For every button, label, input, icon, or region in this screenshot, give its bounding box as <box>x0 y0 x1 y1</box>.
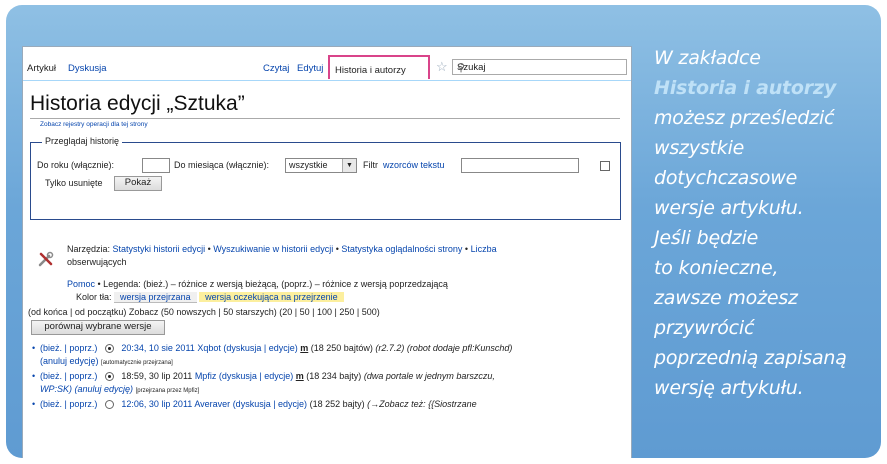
month-label: Do miesiąca (włącznie): <box>174 160 270 170</box>
caption-line: W zakładce <box>654 47 761 69</box>
chevron-down-icon: ▼ <box>342 159 356 172</box>
page-title: Historia edycji „Sztuka” <box>30 92 245 115</box>
star-icon[interactable]: ☆ <box>436 59 448 75</box>
list-item: (bież. | poprz.) 20:34, 10 sie 2011 Xqbo… <box>40 343 513 354</box>
tools-label: Narzędzia: <box>67 244 111 254</box>
revision-date[interactable]: 12:06, 30 lip 2011 <box>121 399 192 409</box>
help-link[interactable]: Pomoc <box>67 279 95 289</box>
bg-legend-line: Kolor tła: wersja przejrzana wersja ocze… <box>76 292 344 303</box>
user-links[interactable]: (dyskusja | edycje) <box>219 371 293 381</box>
list-bullet: • <box>32 399 36 409</box>
year-input[interactable] <box>142 158 170 173</box>
tools-link-stats[interactable]: Statystyki historii edycji <box>113 244 206 254</box>
compare-radio[interactable] <box>104 344 114 354</box>
list-bullet: • <box>32 343 36 353</box>
list-item-cont: (anuluj edycję) [automatycznie przejrzan… <box>40 356 173 366</box>
tools-link-search[interactable]: Wyszukiwanie w historii edycji <box>213 244 333 254</box>
user-links[interactable]: (dyskusja | edycje) <box>233 399 307 409</box>
bg-label: Kolor tła: <box>76 292 112 302</box>
revision-tag: [automatycznie przejrzana] <box>101 360 173 366</box>
diff-links[interactable]: (bież. | poprz.) <box>40 343 97 353</box>
caption-line: możesz prześledzić <box>654 107 835 129</box>
revision-comment: (→Zobacz też: {{Siostrzane <box>367 399 477 409</box>
search-input[interactable]: Szukaj ⚲ <box>452 59 627 75</box>
compare-radio[interactable] <box>104 400 114 410</box>
revision-size: (18 252 bajty) <box>309 399 365 409</box>
filter-legend: Przeglądaj historię <box>42 136 123 146</box>
revision-date[interactable]: 20:34, 10 sie 2011 <box>121 343 194 353</box>
wikipedia-screenshot: Artykuł Dyskusja Czytaj Edytuj Historia … <box>22 46 632 458</box>
compare-button[interactable]: porównaj wybrane wersje <box>31 320 165 335</box>
tab-bar: Artykuł Dyskusja Czytaj Edytuj Historia … <box>23 47 631 81</box>
tools-link-views[interactable]: Statystyka oglądalności strony <box>341 244 462 254</box>
tab-history-label: Historia i autorzy <box>335 65 406 76</box>
caption-line: wersje artykułu. <box>654 197 804 219</box>
divider <box>30 118 620 119</box>
reviewed-badge[interactable]: wersja przejrzana <box>114 292 197 303</box>
compare-radio[interactable] <box>104 372 114 382</box>
revision-comment: (dwa portale w jednym barszczu, <box>363 371 495 381</box>
tab-article[interactable]: Artykuł <box>27 63 56 74</box>
list-item: (bież. | poprz.) 12:06, 30 lip 2011 Aver… <box>40 399 477 410</box>
caption-line: Jeśli będzie <box>654 227 759 249</box>
show-button[interactable]: Pokaż <box>114 176 162 191</box>
search-icon[interactable]: ⚲ <box>457 61 621 74</box>
diff-links[interactable]: (bież. | poprz.) <box>40 371 97 381</box>
info-panel: Artykuł Dyskusja Czytaj Edytuj Historia … <box>6 5 881 458</box>
tools-line: Narzędzia: Statystyki historii edycji • … <box>67 244 497 254</box>
filter-patterns-link[interactable]: wzorców tekstu <box>383 160 445 170</box>
revision-tag: [przejrzana przez Mpfiz] <box>135 388 200 394</box>
caption-highlight: Historia i autorzy <box>654 77 837 99</box>
revision-size: (18 234 bajty) <box>306 371 362 381</box>
compare-button-label: porównaj wybrane wersje <box>44 321 152 332</box>
tools-icon <box>38 251 54 267</box>
divider <box>23 80 631 81</box>
undo-link[interactable]: WP:SK) (anuluj edycję) <box>40 384 133 394</box>
show-button-label: Pokaż <box>124 177 152 188</box>
revision-user[interactable]: Mpfiz <box>195 371 217 381</box>
year-label: Do roku (włącznie): <box>37 160 115 170</box>
caption-line: dotychczasowe <box>654 167 798 189</box>
caption-line: wszystkie <box>654 137 745 159</box>
month-value: wszystkie <box>289 160 328 170</box>
tab-discussion[interactable]: Dyskusja <box>68 63 107 74</box>
undo-link[interactable]: (anuluj edycję) <box>40 356 99 366</box>
minor-flag: m <box>295 371 304 381</box>
legend-line: Pomoc • Legenda: (bież.) – różnice z wer… <box>67 279 448 289</box>
caption-line: to konieczne, <box>654 257 779 279</box>
caption-line: przywrócić <box>654 317 755 339</box>
month-select[interactable]: wszystkie ▼ <box>285 158 357 173</box>
revision-size: (18 250 bajtów) <box>310 343 373 353</box>
pagination-line[interactable]: (od końca | od początku) Zobacz (50 nows… <box>28 307 380 317</box>
list-item: (bież. | poprz.) 18:59, 30 lip 2011 Mpfi… <box>40 371 495 382</box>
only-deleted-label: Tylko usunięte <box>45 178 103 188</box>
revision-user[interactable]: Averaver <box>194 399 230 409</box>
tab-read[interactable]: Czytaj <box>263 63 289 74</box>
caption-line: poprzednią zapisaną <box>654 347 847 369</box>
revision-comment: (r2.7.2) (robot dodaje pfl:Kunschd) <box>375 343 513 353</box>
caption-line: wersję artykułu. <box>654 377 804 399</box>
filter-input[interactable] <box>461 158 579 173</box>
diff-links[interactable]: (bież. | poprz.) <box>40 399 97 409</box>
list-bullet: • <box>32 371 36 381</box>
logs-link[interactable]: Zobacz rejestry operacji dla tej strony <box>40 121 148 128</box>
minor-flag: m <box>300 343 309 353</box>
tools-link-watchers-cont[interactable]: obserwujących <box>67 257 127 267</box>
legend-text: • Legenda: (bież.) – różnice z wersją bi… <box>97 279 448 289</box>
tools-link-watchers[interactable]: Liczba <box>471 244 497 254</box>
list-item-cont: WP:SK) (anuluj edycję) [przejrzana przez… <box>40 384 199 394</box>
revision-date[interactable]: 18:59, 30 lip 2011 <box>121 371 192 381</box>
tab-history[interactable]: Historia i autorzy <box>328 55 430 79</box>
tab-edit[interactable]: Edytuj <box>297 63 323 74</box>
caption-line: zawsze możesz <box>654 287 798 309</box>
user-links[interactable]: (dyskusja | edycje) <box>223 343 297 353</box>
revision-user[interactable]: Xqbot <box>197 343 221 353</box>
filter-checkbox[interactable] <box>600 161 610 171</box>
filter-label: Filtr <box>363 160 378 170</box>
pending-badge[interactable]: wersja oczekująca na przejrzenie <box>199 292 344 302</box>
history-filter: Przeglądaj historię Do roku (włącznie): … <box>30 136 621 220</box>
